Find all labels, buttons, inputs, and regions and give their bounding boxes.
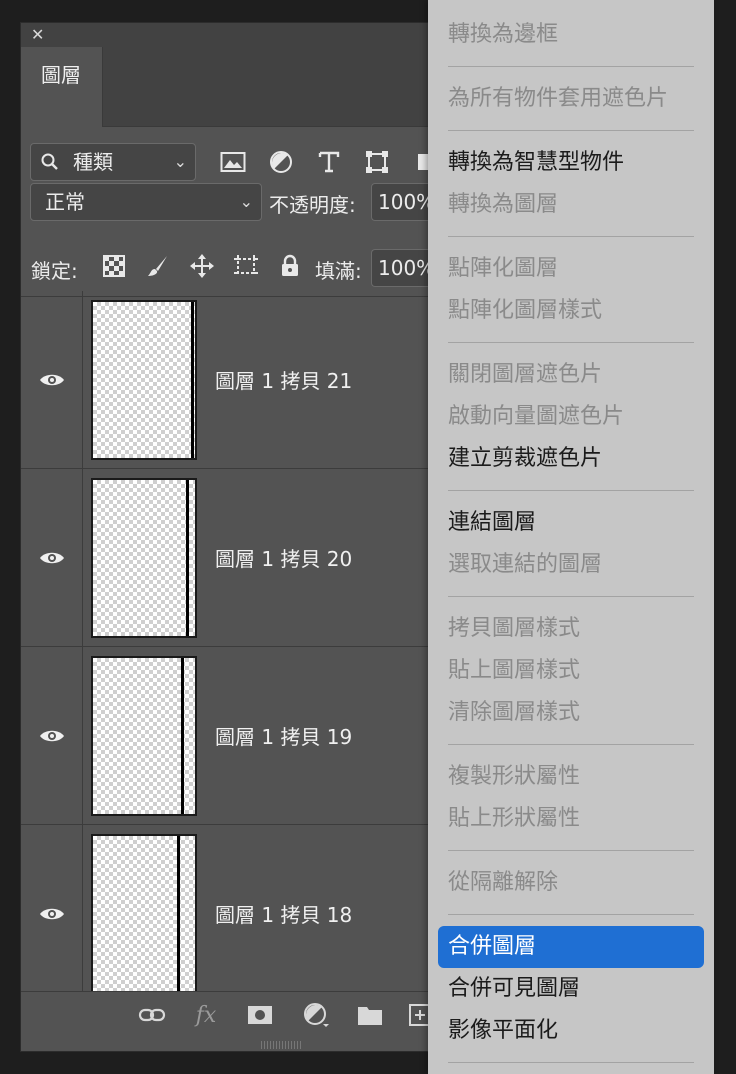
move-icon[interactable] [187, 249, 217, 283]
artboard-icon[interactable] [231, 249, 261, 283]
menu-item-paste-shape-attributes[interactable]: 貼上形狀屬性 [448, 804, 580, 834]
menu-separator [448, 596, 694, 597]
layer-name: 圖層 1 拷貝 18 [215, 903, 353, 927]
layer-thumbnail [91, 834, 197, 991]
blend-mode-label: 正常 [45, 190, 85, 214]
visibility-toggle[interactable] [21, 825, 83, 991]
chevron-down-icon: ⌄ [173, 152, 187, 171]
layer-name: 圖層 1 拷貝 19 [215, 725, 353, 749]
visibility-toggle[interactable] [21, 469, 83, 646]
panel-tabbar: 圖層 [21, 47, 449, 127]
layer-row[interactable]: 圖層 1 拷貝 20 [21, 469, 449, 647]
context-menu: 轉換為邊框 為所有物件套用遮色片 轉換為智慧型物件 轉換為圖層 點陣化圖層 點陣… [428, 0, 714, 1074]
fill-label: 填滿: [315, 259, 362, 283]
menu-item-flatten-image[interactable]: 影像平面化 [448, 1016, 558, 1046]
eye-icon [39, 730, 64, 741]
menu-separator [448, 490, 694, 491]
menu-item-convert-to-smart-object[interactable]: 轉換為智慧型物件 [448, 148, 624, 178]
opacity-label: 不透明度: [269, 193, 356, 217]
menu-item-paste-layer-style[interactable]: 貼上圖層樣式 [448, 656, 580, 686]
menu-item-merge-visible[interactable]: 合併可見圖層 [448, 974, 580, 1004]
menu-item-copy-shape-attributes[interactable]: 複製形狀屬性 [448, 762, 580, 792]
menu-separator [448, 744, 694, 745]
menu-separator [448, 236, 694, 237]
menu-item-convert-to-frame[interactable]: 轉換為邊框 [448, 20, 558, 50]
fill-input[interactable]: 100% [371, 249, 435, 287]
menu-item-select-linked-layers[interactable]: 選取連結的圖層 [448, 550, 602, 580]
type-filter-icon[interactable] [313, 145, 345, 179]
menu-item-release-from-isolation[interactable]: 從隔離解除 [448, 868, 558, 898]
eye-icon [39, 552, 64, 563]
tab-layers[interactable]: 圖層 [21, 47, 103, 127]
menu-item-clear-layer-style[interactable]: 清除圖層樣式 [448, 698, 580, 728]
menu-separator [448, 914, 694, 915]
resize-grip[interactable] [261, 1041, 303, 1049]
menu-separator [448, 130, 694, 131]
folder-icon[interactable] [355, 1000, 385, 1030]
panel-titlebar: ✕ [21, 23, 449, 47]
kind-filter-label: 種類 [73, 150, 113, 174]
layer-row[interactable]: 圖層 1 拷貝 21 [21, 291, 449, 469]
visibility-toggle[interactable] [21, 291, 83, 468]
menu-item-disable-layer-mask[interactable]: 關閉圖層遮色片 [448, 360, 602, 390]
opacity-input[interactable]: 100% [371, 183, 435, 221]
blend-mode-select[interactable]: 正常 ⌄ [30, 183, 262, 221]
lock-transparent-pixels-icon[interactable] [99, 249, 129, 283]
menu-item-cutoff[interactable] [448, 0, 668, 2]
lock-label: 鎖定: [31, 259, 78, 283]
image-filter-icon[interactable] [217, 145, 249, 179]
adjustment-filter-icon[interactable] [265, 145, 297, 179]
layers-bottom-toolbar: fx [21, 991, 449, 1039]
brush-icon[interactable] [143, 249, 173, 283]
layers-panel: ✕ 圖層 種類 ⌄ 正常 ⌄ 不透明度: 100% 鎖定: 填滿: 100% 圖… [20, 22, 450, 1052]
menu-separator [448, 66, 694, 67]
layer-thumbnail [91, 300, 197, 460]
adjustment-layer-icon[interactable] [301, 1000, 331, 1030]
layer-thumbnail [91, 656, 197, 816]
layer-name: 圖層 1 拷貝 21 [215, 369, 353, 393]
kind-filter-select[interactable]: 種類 ⌄ [30, 143, 196, 181]
layer-row[interactable]: 圖層 1 拷貝 19 [21, 647, 449, 825]
eye-icon [39, 374, 64, 385]
menu-item-rasterize-layer-style[interactable]: 點陣化圖層樣式 [448, 296, 602, 326]
menu-separator [448, 850, 694, 851]
link-layers-icon[interactable] [137, 1000, 167, 1030]
menu-item-create-clipping-mask[interactable]: 建立剪裁遮色片 [448, 444, 602, 474]
layer-list: 圖層 1 拷貝 21 圖層 1 拷貝 20 圖層 1 拷貝 19 圖層 1 拷貝… [21, 291, 449, 991]
chevron-down-icon: ⌄ [239, 192, 253, 211]
menu-item-copy-layer-style[interactable]: 拷貝圖層樣式 [448, 614, 580, 644]
close-icon[interactable]: ✕ [31, 26, 44, 44]
layer-row[interactable]: 圖層 1 拷貝 18 [21, 825, 449, 991]
menu-separator [448, 342, 694, 343]
menu-item-rasterize-layer[interactable]: 點陣化圖層 [448, 254, 558, 284]
add-mask-icon[interactable] [245, 1000, 275, 1030]
layer-thumbnail [91, 478, 197, 638]
blend-row: 正常 ⌄ 不透明度: 100% [21, 183, 449, 239]
menu-item-apply-mask-to-all[interactable]: 為所有物件套用遮色片 [448, 84, 668, 114]
visibility-toggle[interactable] [21, 647, 83, 824]
menu-item-link-layers[interactable]: 連結圖層 [448, 508, 536, 538]
menu-item-enable-vector-mask[interactable]: 啟動向量圖遮色片 [448, 402, 624, 432]
shape-filter-icon[interactable] [361, 145, 393, 179]
menu-item-merge-layers[interactable]: 合併圖層 [438, 926, 704, 968]
layer-style-fx-icon[interactable]: fx [191, 1000, 221, 1030]
lock-icon[interactable] [275, 249, 305, 283]
layer-name: 圖層 1 拷貝 20 [215, 547, 353, 571]
menu-item-merge-layers-label: 合併圖層 [448, 934, 537, 959]
menu-separator [448, 1062, 694, 1063]
eye-icon [39, 908, 64, 919]
menu-item-convert-to-layer[interactable]: 轉換為圖層 [448, 190, 558, 220]
lock-row: 鎖定: 填滿: 100% [21, 235, 449, 297]
